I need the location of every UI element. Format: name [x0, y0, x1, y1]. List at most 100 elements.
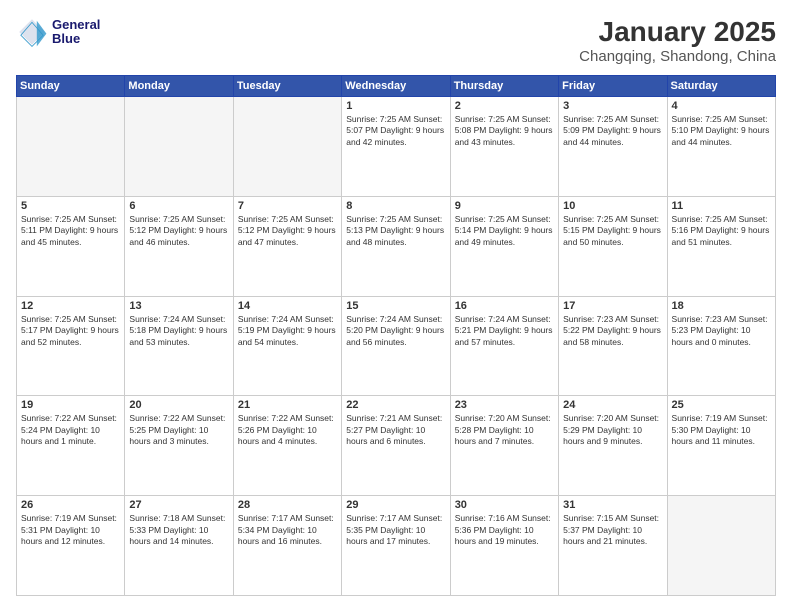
header-row: SundayMondayTuesdayWednesdayThursdayFrid…: [17, 76, 776, 97]
cell-text: Sunrise: 7:25 AM Sunset: 5:08 PM Dayligh…: [455, 114, 554, 148]
day-number: 6: [129, 200, 228, 212]
day-header-tuesday: Tuesday: [233, 76, 341, 97]
day-number: 26: [21, 499, 120, 511]
day-header-saturday: Saturday: [667, 76, 775, 97]
page: General Blue January 2025 Changqing, Sha…: [0, 0, 792, 612]
logo-icon: [16, 16, 48, 48]
calendar-cell: 31Sunrise: 7:15 AM Sunset: 5:37 PM Dayli…: [559, 496, 667, 596]
day-header-thursday: Thursday: [450, 76, 558, 97]
day-number: 15: [346, 300, 445, 312]
day-number: 9: [455, 200, 554, 212]
calendar-cell: 3 Sunrise: 7:25 AM Sunset: 5:09 PM Daylig…: [559, 97, 667, 197]
calendar-cell: 29Sunrise: 7:17 AM Sunset: 5:35 PM Dayli…: [342, 496, 450, 596]
cell-text: Sunrise: 7:22 AM Sunset: 5:26 PM Dayligh…: [238, 413, 337, 447]
logo-line1: General: [52, 18, 100, 32]
cell-text: Sunrise: 7:25 AM Sunset: 5:10 PM Dayligh…: [672, 114, 771, 148]
day-number: 25: [672, 399, 771, 411]
calendar-cell: 5 Sunrise: 7:25 AM Sunset: 5:11 PM Daylig…: [17, 196, 125, 296]
calendar-cell: 26 Sunrise: 7:19 AM Sunset: 5:31 PM Dayli…: [17, 496, 125, 596]
calendar-cell: 30 Sunrise: 7:16 AM Sunset: 5:36 PM Dayli…: [450, 496, 558, 596]
cell-text: Sunrise: 7:24 AM Sunset: 5:21 PM Dayligh…: [455, 314, 554, 348]
cell-text: Sunrise: 7:25 AM Sunset: 5:17 PM Dayligh…: [21, 314, 120, 348]
calendar-cell: [233, 97, 341, 197]
title-block: January 2025 Changqing, Shandong, China: [579, 16, 776, 65]
day-number: 21: [238, 399, 337, 411]
cell-text: Sunrise: 7:20 AM Sunset: 5:29 PM Dayligh…: [563, 413, 662, 447]
day-number: 22: [346, 399, 445, 411]
day-number: 20: [129, 399, 228, 411]
day-number: 5: [21, 200, 120, 212]
logo-text: General Blue: [52, 18, 100, 47]
day-number: 3: [563, 100, 662, 112]
calendar-cell: 13Sunrise: 7:24 AM Sunset: 5:18 PM Dayli…: [125, 296, 233, 396]
cell-text: Sunrise: 7:22 AM Sunset: 5:25 PM Dayligh…: [129, 413, 228, 447]
cell-text: Sunrise: 7:15 AM Sunset: 5:37 PM Dayligh…: [563, 513, 662, 547]
day-number: 8: [346, 200, 445, 212]
calendar-cell: 10Sunrise: 7:25 AM Sunset: 5:15 PM Dayli…: [559, 196, 667, 296]
cell-text: Sunrise: 7:25 AM Sunset: 5:12 PM Dayligh…: [238, 214, 337, 248]
day-number: 23: [455, 399, 554, 411]
calendar-cell: 19 Sunrise: 7:22 AM Sunset: 5:24 PM Dayli…: [17, 396, 125, 496]
day-header-sunday: Sunday: [17, 76, 125, 97]
calendar-cell: 28 Sunrise: 7:17 AM Sunset: 5:34 PM Dayli…: [233, 496, 341, 596]
week-row-1: 1 Sunrise: 7:25 AM Sunset: 5:07 PM Daylig…: [17, 97, 776, 197]
day-number: 14: [238, 300, 337, 312]
calendar-cell: 15 Sunrise: 7:24 AM Sunset: 5:20 PM Dayli…: [342, 296, 450, 396]
cell-text: Sunrise: 7:21 AM Sunset: 5:27 PM Dayligh…: [346, 413, 445, 447]
week-row-3: 12Sunrise: 7:25 AM Sunset: 5:17 PM Dayli…: [17, 296, 776, 396]
calendar-cell: 12Sunrise: 7:25 AM Sunset: 5:17 PM Dayli…: [17, 296, 125, 396]
calendar-cell: 9Sunrise: 7:25 AM Sunset: 5:14 PM Daylig…: [450, 196, 558, 296]
day-number: 10: [563, 200, 662, 212]
cell-text: Sunrise: 7:19 AM Sunset: 5:30 PM Dayligh…: [672, 413, 771, 447]
cell-text: Sunrise: 7:22 AM Sunset: 5:24 PM Dayligh…: [21, 413, 120, 447]
day-number: 30: [455, 499, 554, 511]
calendar-cell: 17Sunrise: 7:23 AM Sunset: 5:22 PM Dayli…: [559, 296, 667, 396]
day-number: 24: [563, 399, 662, 411]
day-header-monday: Monday: [125, 76, 233, 97]
day-number: 7: [238, 200, 337, 212]
day-number: 1: [346, 100, 445, 112]
cell-text: Sunrise: 7:25 AM Sunset: 5:11 PM Dayligh…: [21, 214, 120, 248]
calendar-cell: 11Sunrise: 7:25 AM Sunset: 5:16 PM Dayli…: [667, 196, 775, 296]
cell-text: Sunrise: 7:23 AM Sunset: 5:23 PM Dayligh…: [672, 314, 771, 348]
calendar-cell: [667, 496, 775, 596]
calendar: SundayMondayTuesdayWednesdayThursdayFrid…: [16, 75, 776, 596]
calendar-cell: 21 Sunrise: 7:22 AM Sunset: 5:26 PM Dayli…: [233, 396, 341, 496]
calendar-cell: 27 Sunrise: 7:18 AM Sunset: 5:33 PM Dayli…: [125, 496, 233, 596]
cell-text: Sunrise: 7:25 AM Sunset: 5:16 PM Dayligh…: [672, 214, 771, 248]
cell-text: Sunrise: 7:25 AM Sunset: 5:12 PM Dayligh…: [129, 214, 228, 248]
calendar-cell: 1 Sunrise: 7:25 AM Sunset: 5:07 PM Daylig…: [342, 97, 450, 197]
week-row-5: 26 Sunrise: 7:19 AM Sunset: 5:31 PM Dayli…: [17, 496, 776, 596]
calendar-cell: 22 Sunrise: 7:21 AM Sunset: 5:27 PM Dayli…: [342, 396, 450, 496]
cell-text: Sunrise: 7:24 AM Sunset: 5:19 PM Dayligh…: [238, 314, 337, 348]
calendar-cell: 23Sunrise: 7:20 AM Sunset: 5:28 PM Dayli…: [450, 396, 558, 496]
calendar-cell: 20 Sunrise: 7:22 AM Sunset: 5:25 PM Dayli…: [125, 396, 233, 496]
calendar-cell: 6 Sunrise: 7:25 AM Sunset: 5:12 PM Daylig…: [125, 196, 233, 296]
day-number: 29: [346, 499, 445, 511]
calendar-cell: 8Sunrise: 7:25 AM Sunset: 5:13 PM Daylig…: [342, 196, 450, 296]
calendar-body: 1 Sunrise: 7:25 AM Sunset: 5:07 PM Daylig…: [17, 97, 776, 596]
calendar-cell: 16 Sunrise: 7:24 AM Sunset: 5:21 PM Dayli…: [450, 296, 558, 396]
cell-text: Sunrise: 7:16 AM Sunset: 5:36 PM Dayligh…: [455, 513, 554, 547]
day-header-friday: Friday: [559, 76, 667, 97]
cell-text: Sunrise: 7:18 AM Sunset: 5:33 PM Dayligh…: [129, 513, 228, 547]
day-number: 27: [129, 499, 228, 511]
day-number: 28: [238, 499, 337, 511]
cell-text: Sunrise: 7:24 AM Sunset: 5:20 PM Dayligh…: [346, 314, 445, 348]
header: General Blue January 2025 Changqing, Sha…: [16, 16, 776, 65]
calendar-header: SundayMondayTuesdayWednesdayThursdayFrid…: [17, 76, 776, 97]
calendar-cell: 24 Sunrise: 7:20 AM Sunset: 5:29 PM Dayli…: [559, 396, 667, 496]
cell-text: Sunrise: 7:24 AM Sunset: 5:18 PM Dayligh…: [129, 314, 228, 348]
calendar-cell: 2Sunrise: 7:25 AM Sunset: 5:08 PM Daylig…: [450, 97, 558, 197]
cell-text: Sunrise: 7:17 AM Sunset: 5:34 PM Dayligh…: [238, 513, 337, 547]
cell-text: Sunrise: 7:19 AM Sunset: 5:31 PM Dayligh…: [21, 513, 120, 547]
calendar-cell: [125, 97, 233, 197]
week-row-2: 5 Sunrise: 7:25 AM Sunset: 5:11 PM Daylig…: [17, 196, 776, 296]
cell-text: Sunrise: 7:25 AM Sunset: 5:07 PM Dayligh…: [346, 114, 445, 148]
calendar-cell: 4Sunrise: 7:25 AM Sunset: 5:10 PM Daylig…: [667, 97, 775, 197]
cell-text: Sunrise: 7:25 AM Sunset: 5:09 PM Dayligh…: [563, 114, 662, 148]
calendar-cell: 25 Sunrise: 7:19 AM Sunset: 5:30 PM Dayli…: [667, 396, 775, 496]
calendar-cell: 7 Sunrise: 7:25 AM Sunset: 5:12 PM Daylig…: [233, 196, 341, 296]
day-number: 19: [21, 399, 120, 411]
day-number: 16: [455, 300, 554, 312]
